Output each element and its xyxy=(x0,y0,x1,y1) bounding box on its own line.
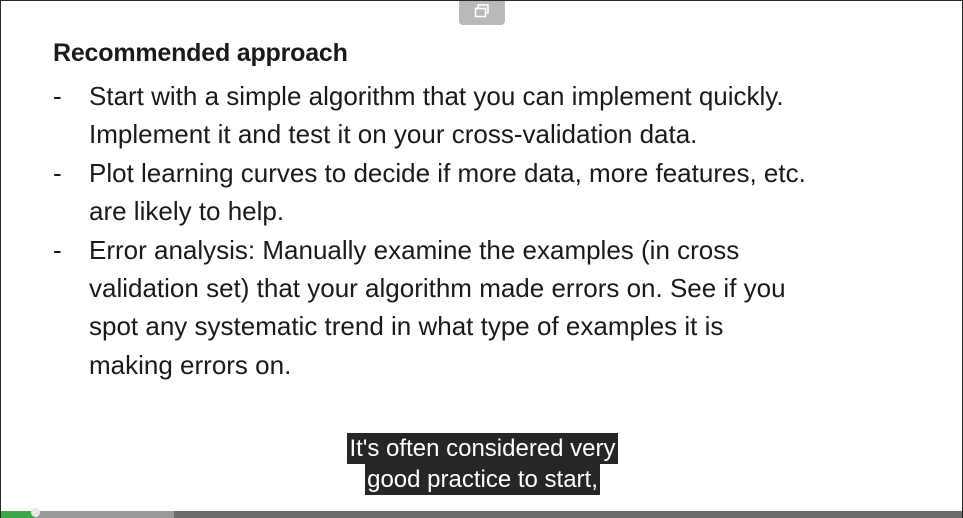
played-bar xyxy=(1,511,35,518)
scrubber-handle[interactable] xyxy=(30,508,40,517)
bullet-text: Start with a simple algorithm that you c… xyxy=(89,81,784,150)
subtitle-line: good practice to start, xyxy=(365,464,600,495)
subtitle-overlay: It's often considered very good practice… xyxy=(1,433,962,495)
bullet-item: - Error analysis: Manually examine the e… xyxy=(53,231,933,385)
bullet-marker: - xyxy=(53,157,62,188)
bullet-item: - Start with a simple algorithm that you… xyxy=(53,77,933,154)
slide-title: Recommended approach xyxy=(53,39,348,67)
bullet-list: - Start with a simple algorithm that you… xyxy=(53,77,933,384)
popout-button[interactable] xyxy=(459,1,505,25)
bullet-item: - Plot learning curves to decide if more… xyxy=(53,154,933,231)
subtitle-line: It's often considered very xyxy=(347,433,618,464)
progress-bar[interactable] xyxy=(1,508,962,518)
bullet-text: Error analysis: Manually examine the exa… xyxy=(89,234,786,380)
bullet-text: Plot learning curves to decide if more d… xyxy=(89,157,806,227)
video-player[interactable]: Recommended approach - Start with a simp… xyxy=(0,0,963,518)
popout-icon xyxy=(474,3,490,23)
bullet-marker: - xyxy=(53,81,62,111)
bullet-marker: - xyxy=(53,234,62,265)
